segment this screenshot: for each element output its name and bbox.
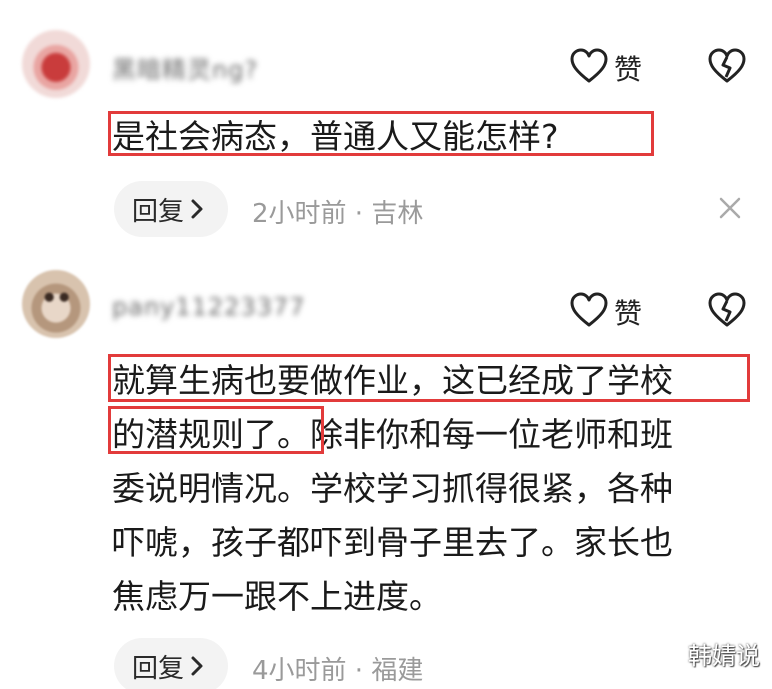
heart-outline-icon[interactable] bbox=[570, 48, 608, 84]
chevron-right-icon bbox=[191, 199, 203, 219]
comment-text: 就算生病也要做作业，这已经成了学校 的潜规则了。除非你和每一位老师和班 委说明情… bbox=[112, 354, 752, 624]
reply-label: 回复 bbox=[132, 196, 185, 227]
close-icon[interactable] bbox=[718, 196, 742, 220]
comment-text: 是社会病态，普通人又能怎样? bbox=[112, 117, 559, 156]
like-label[interactable]: 赞 bbox=[614, 48, 642, 88]
comment-line-highlight: 的潜规则了。 bbox=[112, 415, 310, 454]
chevron-right-icon bbox=[191, 656, 203, 676]
reply-button[interactable]: 回复 bbox=[114, 638, 228, 689]
comment-meta: 4小时前 · 福建 bbox=[252, 656, 424, 686]
like-label[interactable]: 赞 bbox=[614, 292, 642, 332]
reply-label: 回复 bbox=[132, 653, 185, 684]
avatar[interactable] bbox=[22, 270, 90, 338]
comment-rest: 委说明情况。学校学习抓得很紧，各种 吓唬，孩子都吓到骨子里去了。家长也 焦虑万一… bbox=[112, 469, 673, 616]
comments-page: 黑暗精灵ng? 赞 是社会病态，普通人又能怎样? 回复 2小时前 · 吉林 pa… bbox=[0, 0, 772, 689]
watermark: 韩婧说 bbox=[688, 642, 760, 670]
username[interactable]: 黑暗精灵ng? bbox=[112, 50, 258, 85]
broken-heart-icon[interactable] bbox=[708, 48, 746, 84]
reply-button[interactable]: 回复 bbox=[114, 181, 228, 237]
username[interactable]: pany11223377 bbox=[112, 293, 306, 321]
comment-line: 除非你和每一位老师和班 bbox=[310, 415, 673, 454]
broken-heart-icon[interactable] bbox=[708, 292, 746, 328]
comment-meta: 2小时前 · 吉林 bbox=[252, 199, 424, 229]
avatar[interactable] bbox=[22, 30, 90, 98]
heart-outline-icon[interactable] bbox=[570, 292, 608, 328]
comment-line: 就算生病也要做作业，这已经成了学校 bbox=[112, 361, 673, 400]
